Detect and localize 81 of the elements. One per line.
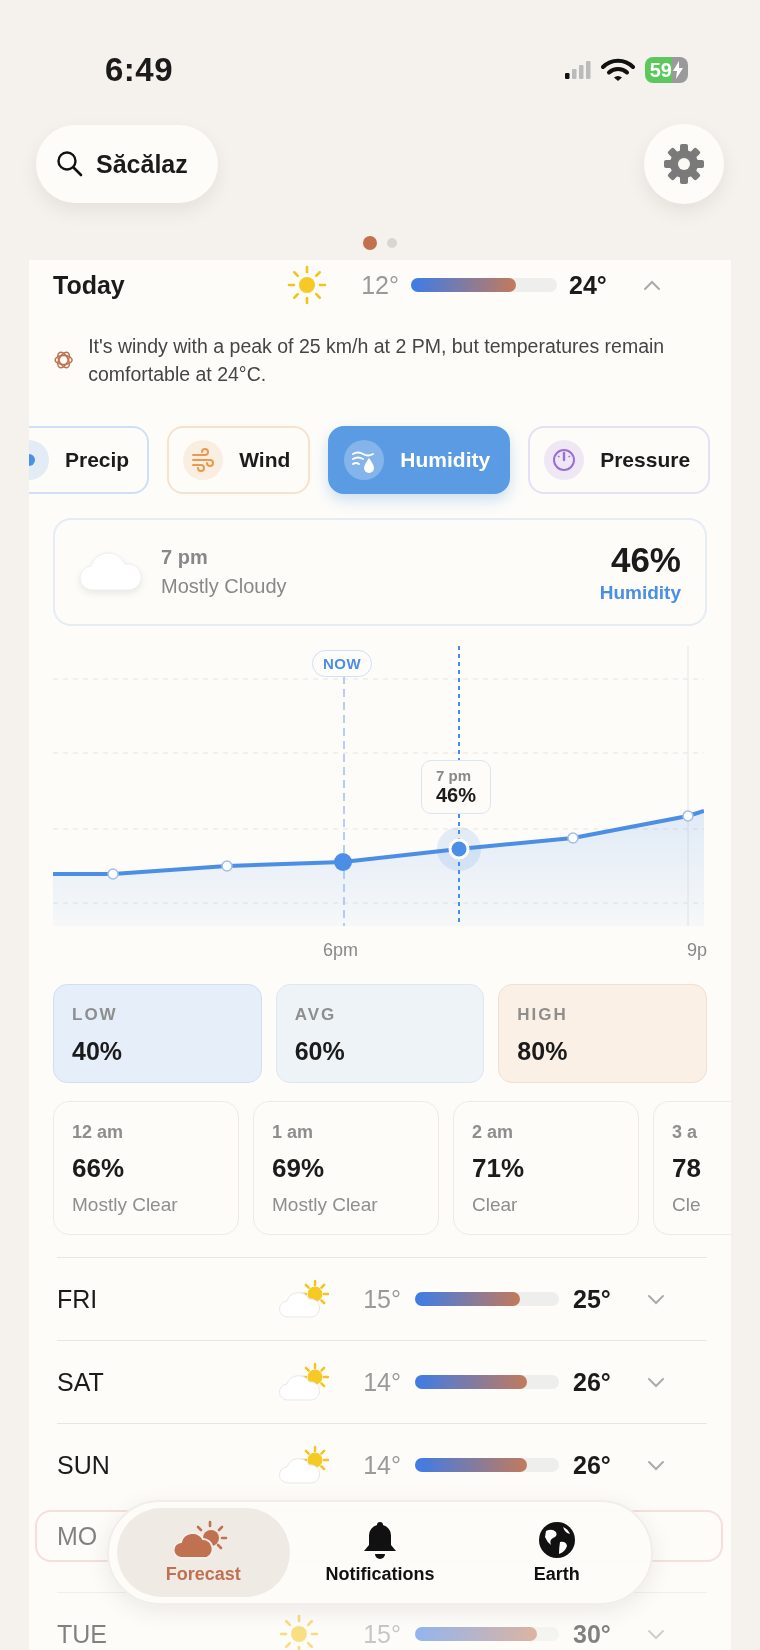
chevron-icon[interactable]: [647, 1628, 665, 1640]
hour-condition: Cle: [672, 1194, 702, 1216]
hour-condition: Mostly Clear: [272, 1194, 379, 1216]
low-temperature: 14°: [362, 1367, 401, 1397]
charging-bolt-icon: [673, 61, 683, 79]
stat-label: LOW: [72, 1005, 119, 1025]
high-temperature: 24°: [569, 270, 608, 300]
metric-tab[interactable]: Precip: [29, 426, 150, 494]
axis-label: 6pm: [323, 940, 358, 961]
day-label: TUE: [57, 1619, 107, 1649]
hour-card[interactable]: 1 am 69% Mostly Clear: [253, 1101, 439, 1235]
wind-icon: [183, 440, 224, 480]
status-time: 6:49: [105, 51, 174, 89]
high-temperature: 25°: [573, 1284, 612, 1314]
stat-label: AVG: [294, 1005, 338, 1025]
data-point: [107, 868, 119, 880]
tooltip-time: 7 pm: [436, 767, 471, 784]
hour-card[interactable]: 2 am 71% Clear: [453, 1101, 639, 1235]
day-label: SUN: [57, 1450, 110, 1480]
hour-time: 3 a: [672, 1122, 699, 1143]
day-row[interactable]: SAT 14° 26°: [57, 1340, 707, 1423]
hour-time: 7 pm: [161, 546, 209, 569]
chevron-icon[interactable]: [643, 279, 661, 291]
hour-condition: Mostly Clear: [72, 1194, 179, 1216]
search-icon: [56, 150, 84, 178]
stat-value: 60%: [294, 1037, 346, 1066]
tooltip-value: 46%: [436, 784, 477, 807]
day-label: SAT: [57, 1367, 104, 1397]
day-label: FRI: [57, 1284, 98, 1314]
chevron-icon[interactable]: [647, 1376, 665, 1388]
hour-condition: Clear: [472, 1194, 519, 1216]
humidity-value: 46%: [610, 540, 681, 580]
hour-value: 71%: [472, 1153, 526, 1184]
humidity-icon: [344, 440, 385, 480]
hour-time: 1 am: [272, 1122, 315, 1143]
now-point: [334, 853, 352, 871]
selected-point[interactable]: [437, 827, 481, 871]
data-point: [567, 832, 579, 844]
hour-time: 2 am: [472, 1122, 515, 1143]
day-label: MO: [57, 1521, 98, 1551]
globe-icon: [536, 1520, 577, 1560]
stat-value: 40%: [72, 1037, 124, 1066]
data-point: [221, 860, 233, 872]
now-label: NOW: [312, 650, 373, 677]
hour-value: 69%: [272, 1153, 326, 1184]
axis-label: 9p: [686, 940, 707, 961]
day-row[interactable]: FRI 15° 25°: [57, 1257, 707, 1340]
low-temperature: 14°: [362, 1450, 401, 1480]
search-value: Săcălaz: [96, 149, 188, 179]
battery-percent: 59: [649, 58, 672, 82]
page-dot[interactable]: [387, 238, 397, 248]
bell-icon: [362, 1520, 398, 1560]
page-dot[interactable]: [363, 236, 377, 250]
settings-icon: [663, 143, 705, 185]
high-temperature: 26°: [573, 1367, 612, 1397]
search-field[interactable]: Săcălaz: [36, 125, 218, 203]
high-temperature: 30°: [573, 1619, 612, 1649]
hour-time: 12 am: [72, 1122, 125, 1143]
stat-label: HIGH: [517, 1005, 569, 1025]
metric-tab[interactable]: Wind: [167, 426, 311, 494]
signal-icon: [564, 61, 591, 79]
hour-value: 78: [672, 1153, 702, 1184]
low-temperature: 12°: [360, 270, 399, 300]
chevron-icon[interactable]: [647, 1459, 665, 1471]
sun-icon: [279, 1614, 319, 1650]
stat-value: 80%: [517, 1037, 569, 1066]
hour-card[interactable]: 12 am 66% Mostly Clear: [53, 1101, 239, 1235]
high-temperature: 26°: [573, 1450, 612, 1480]
metric-tab[interactable]: Pressure: [528, 426, 711, 494]
data-point: [682, 810, 694, 822]
wifi-icon: [600, 58, 635, 82]
hour-card[interactable]: 3 a 78 Cle: [653, 1101, 731, 1235]
sun-icon: [287, 265, 327, 305]
low-temperature: 15°: [362, 1284, 401, 1314]
weather-summary: It's windy with a peak of 25 km/h at 2 PM, but temperatures remain comfortable at 24°C.: [88, 334, 666, 387]
gauge-icon: [544, 440, 585, 480]
metric-label: Humidity: [599, 582, 681, 604]
chevron-icon[interactable]: [647, 1293, 665, 1305]
today-label: Today: [53, 270, 126, 300]
hour-condition: Mostly Cloudy: [161, 575, 288, 598]
hour-value: 66%: [72, 1153, 126, 1184]
